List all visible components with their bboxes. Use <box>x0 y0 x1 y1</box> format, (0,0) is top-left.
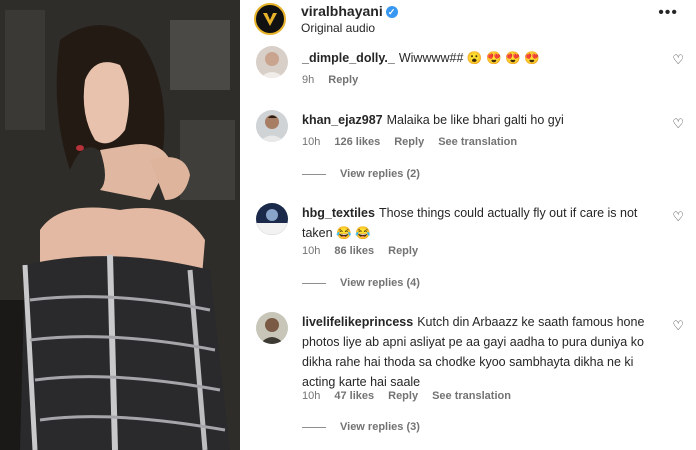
comment-time: 10h <box>302 245 321 257</box>
comment-text: livelifelikeprincess Kutch din Arbaazz ke… <box>302 312 660 392</box>
post-username[interactable]: viralbhayani ✓ <box>301 3 398 19</box>
comment-username[interactable]: hbg_textiles <box>302 206 375 220</box>
comment-username[interactable]: livelifelikeprincess <box>302 315 413 329</box>
verified-icon: ✓ <box>385 6 398 18</box>
view-replies-button[interactable]: View replies (2) <box>302 168 420 180</box>
comment-time: 9h <box>302 74 315 86</box>
avatar-image <box>256 209 288 235</box>
see-translation-button[interactable]: See translation <box>432 390 511 402</box>
viral-logo-icon <box>263 13 277 26</box>
audio-label[interactable]: Original audio <box>301 21 375 35</box>
reply-button[interactable]: Reply <box>388 245 418 257</box>
post-header: viralbhayani ✓ Original audio ••• <box>240 0 696 40</box>
comment-meta: 10h 126 likes Reply See translation <box>302 136 531 148</box>
more-options-icon[interactable]: ••• <box>658 4 678 22</box>
see-translation-button[interactable]: See translation <box>438 136 517 148</box>
comment-likes[interactable]: 86 likes <box>334 245 374 257</box>
like-heart-icon[interactable]: ♡ <box>672 116 684 132</box>
comment-text: _dimple_dolly._ Wiwwww## 😮 😍 😍 😍 <box>302 48 660 68</box>
comment-text: hbg_textiles Those things could actually … <box>302 203 660 243</box>
avatar-image <box>259 115 285 142</box>
reel-video-frame[interactable] <box>0 0 240 450</box>
comment-username[interactable]: _dimple_dolly._ <box>302 51 395 65</box>
divider-line <box>302 426 326 428</box>
avatar[interactable] <box>254 3 286 35</box>
comment-meta: 9h Reply <box>302 74 372 86</box>
avatar[interactable] <box>256 110 288 142</box>
comment-text: khan_ejaz987 Malaika be like bhari galti … <box>302 110 660 130</box>
comments-panel: viralbhayani ✓ Original audio ••• _dimple… <box>240 0 696 450</box>
avatar-image <box>260 52 284 78</box>
comment-body: Wiwwww## 😮 😍 😍 😍 <box>398 51 540 65</box>
reply-button[interactable]: Reply <box>328 74 358 86</box>
avatar-image <box>260 318 284 344</box>
like-heart-icon[interactable]: ♡ <box>672 318 684 334</box>
reply-button[interactable]: Reply <box>388 390 418 402</box>
comment-body: Malaika be like bhari galti ho gyi <box>386 113 564 127</box>
view-replies-label[interactable]: View replies (4) <box>340 277 420 289</box>
comment-likes[interactable]: 126 likes <box>334 136 380 148</box>
username-text[interactable]: viralbhayani <box>301 3 383 19</box>
view-replies-label[interactable]: View replies (2) <box>340 168 420 180</box>
view-replies-label[interactable]: View replies (3) <box>340 421 420 433</box>
like-heart-icon[interactable]: ♡ <box>672 52 684 68</box>
comment-time: 10h <box>302 390 321 402</box>
comment-meta: 10h 47 likes Reply See translation <box>302 390 525 402</box>
comment-username[interactable]: khan_ejaz987 <box>302 113 383 127</box>
view-replies-button[interactable]: View replies (3) <box>302 421 420 433</box>
reply-button[interactable]: Reply <box>394 136 424 148</box>
comment-time: 10h <box>302 136 321 148</box>
video-image <box>0 0 240 450</box>
comment-meta: 10h 86 likes Reply <box>302 245 432 257</box>
divider-line <box>302 282 326 284</box>
avatar[interactable] <box>256 203 288 235</box>
avatar[interactable] <box>256 46 288 78</box>
divider-line <box>302 173 326 175</box>
comment-likes[interactable]: 47 likes <box>334 390 374 402</box>
like-heart-icon[interactable]: ♡ <box>672 209 684 225</box>
view-replies-button[interactable]: View replies (4) <box>302 277 420 289</box>
avatar[interactable] <box>256 312 288 344</box>
